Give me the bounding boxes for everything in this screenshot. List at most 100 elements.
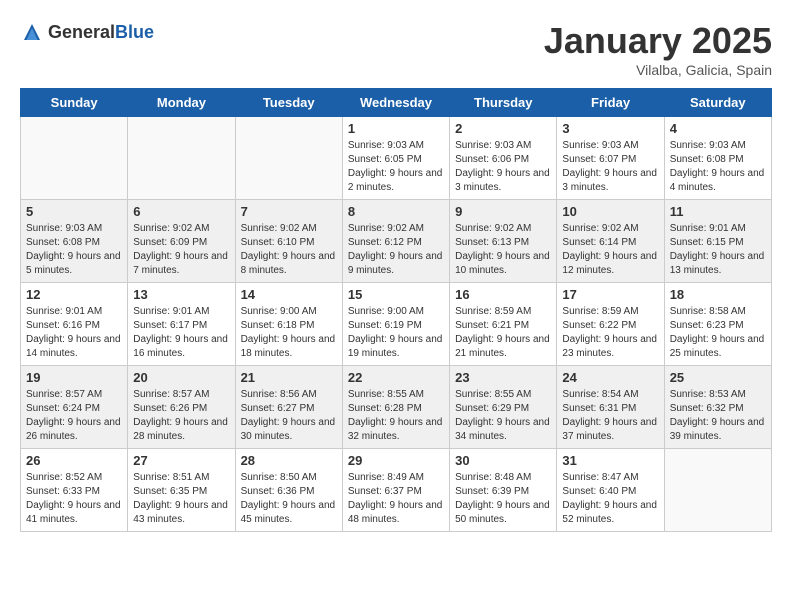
day-number: 31 bbox=[562, 453, 658, 468]
day-info: Sunrise: 9:02 AM Sunset: 6:14 PM Dayligh… bbox=[562, 222, 658, 278]
calendar-cell: 21 Sunrise: 8:56 AM Sunset: 6:27 PM Dayli… bbox=[235, 366, 342, 449]
day-number: 24 bbox=[562, 370, 658, 385]
day-info: Sunrise: 8:53 AM Sunset: 6:32 PM Dayligh… bbox=[670, 388, 766, 444]
day-info: Sunrise: 8:58 AM Sunset: 6:23 PM Dayligh… bbox=[670, 305, 766, 361]
calendar-header: SundayMondayTuesdayWednesdayThursdayFrid… bbox=[21, 89, 772, 117]
calendar-cell: 24 Sunrise: 8:54 AM Sunset: 6:31 PM Dayli… bbox=[557, 366, 664, 449]
day-number: 5 bbox=[26, 204, 122, 219]
weekday-header-monday: Monday bbox=[128, 89, 235, 117]
calendar-cell: 23Sunrise: 8:55 AM Sunset: 6:29 PM Dayli… bbox=[450, 366, 557, 449]
day-info: Sunrise: 8:59 AM Sunset: 6:22 PM Dayligh… bbox=[562, 305, 658, 361]
calendar-cell: 15 Sunrise: 9:00 AM Sunset: 6:19 PM Dayli… bbox=[342, 283, 449, 366]
day-number: 3 bbox=[562, 121, 658, 136]
day-number: 1 bbox=[348, 121, 444, 136]
day-info: Sunrise: 9:03 AM Sunset: 6:07 PM Dayligh… bbox=[562, 139, 658, 195]
day-info: Sunrise: 9:00 AM Sunset: 6:19 PM Dayligh… bbox=[348, 305, 444, 361]
day-number: 27 bbox=[133, 453, 229, 468]
day-number: 2 bbox=[455, 121, 551, 136]
calendar-cell bbox=[235, 117, 342, 200]
calendar-cell: 2 Sunrise: 9:03 AM Sunset: 6:06 PM Daylig… bbox=[450, 117, 557, 200]
logo-text-blue: Blue bbox=[115, 22, 154, 42]
day-info: Sunrise: 8:59 AM Sunset: 6:21 PM Dayligh… bbox=[455, 305, 551, 361]
calendar-cell: 28Sunrise: 8:50 AM Sunset: 6:36 PM Dayli… bbox=[235, 449, 342, 532]
day-info: Sunrise: 8:47 AM Sunset: 6:40 PM Dayligh… bbox=[562, 471, 658, 527]
day-number: 26 bbox=[26, 453, 122, 468]
day-number: 25 bbox=[670, 370, 766, 385]
day-number: 30 bbox=[455, 453, 551, 468]
day-number: 18 bbox=[670, 287, 766, 302]
calendar-week-row: 1 Sunrise: 9:03 AM Sunset: 6:05 PM Daylig… bbox=[21, 117, 772, 200]
logo: GeneralBlue bbox=[20, 20, 154, 44]
calendar-cell: 12 Sunrise: 9:01 AM Sunset: 6:16 PM Dayli… bbox=[21, 283, 128, 366]
calendar-cell: 25 Sunrise: 8:53 AM Sunset: 6:32 PM Dayli… bbox=[664, 366, 771, 449]
day-info: Sunrise: 8:55 AM Sunset: 6:28 PM Dayligh… bbox=[348, 388, 444, 444]
day-info: Sunrise: 9:02 AM Sunset: 6:12 PM Dayligh… bbox=[348, 222, 444, 278]
month-title: January 2025 bbox=[544, 20, 772, 62]
day-number: 15 bbox=[348, 287, 444, 302]
day-number: 29 bbox=[348, 453, 444, 468]
day-number: 7 bbox=[241, 204, 337, 219]
day-number: 28 bbox=[241, 453, 337, 468]
calendar-cell: 14Sunrise: 9:00 AM Sunset: 6:18 PM Dayli… bbox=[235, 283, 342, 366]
calendar-cell: 22Sunrise: 8:55 AM Sunset: 6:28 PM Dayli… bbox=[342, 366, 449, 449]
day-info: Sunrise: 8:57 AM Sunset: 6:26 PM Dayligh… bbox=[133, 388, 229, 444]
logo-text-general: General bbox=[48, 22, 115, 42]
calendar-cell bbox=[664, 449, 771, 532]
day-info: Sunrise: 9:03 AM Sunset: 6:06 PM Dayligh… bbox=[455, 139, 551, 195]
calendar-cell: 4 Sunrise: 9:03 AM Sunset: 6:08 PM Daylig… bbox=[664, 117, 771, 200]
calendar-cell: 5 Sunrise: 9:03 AM Sunset: 6:08 PM Daylig… bbox=[21, 200, 128, 283]
day-number: 19 bbox=[26, 370, 122, 385]
calendar-table: SundayMondayTuesdayWednesdayThursdayFrid… bbox=[20, 88, 772, 532]
day-info: Sunrise: 8:55 AM Sunset: 6:29 PM Dayligh… bbox=[455, 388, 551, 444]
day-number: 6 bbox=[133, 204, 229, 219]
calendar-cell: 8Sunrise: 9:02 AM Sunset: 6:12 PM Daylig… bbox=[342, 200, 449, 283]
day-info: Sunrise: 8:49 AM Sunset: 6:37 PM Dayligh… bbox=[348, 471, 444, 527]
day-number: 9 bbox=[455, 204, 551, 219]
calendar-cell: 1 Sunrise: 9:03 AM Sunset: 6:05 PM Daylig… bbox=[342, 117, 449, 200]
calendar-week-row: 5 Sunrise: 9:03 AM Sunset: 6:08 PM Daylig… bbox=[21, 200, 772, 283]
calendar-cell: 6Sunrise: 9:02 AM Sunset: 6:09 PM Daylig… bbox=[128, 200, 235, 283]
day-number: 13 bbox=[133, 287, 229, 302]
location: Vilalba, Galicia, Spain bbox=[544, 62, 772, 78]
calendar-cell: 20 Sunrise: 8:57 AM Sunset: 6:26 PM Dayli… bbox=[128, 366, 235, 449]
day-info: Sunrise: 8:52 AM Sunset: 6:33 PM Dayligh… bbox=[26, 471, 122, 527]
day-info: Sunrise: 9:03 AM Sunset: 6:05 PM Dayligh… bbox=[348, 139, 444, 195]
day-info: Sunrise: 9:02 AM Sunset: 6:10 PM Dayligh… bbox=[241, 222, 337, 278]
calendar-cell: 10 Sunrise: 9:02 AM Sunset: 6:14 PM Dayli… bbox=[557, 200, 664, 283]
calendar-cell: 27 Sunrise: 8:51 AM Sunset: 6:35 PM Dayli… bbox=[128, 449, 235, 532]
calendar-cell: 7 Sunrise: 9:02 AM Sunset: 6:10 PM Daylig… bbox=[235, 200, 342, 283]
day-info: Sunrise: 9:01 AM Sunset: 6:16 PM Dayligh… bbox=[26, 305, 122, 361]
weekday-header-wednesday: Wednesday bbox=[342, 89, 449, 117]
weekday-header-friday: Friday bbox=[557, 89, 664, 117]
day-info: Sunrise: 8:51 AM Sunset: 6:35 PM Dayligh… bbox=[133, 471, 229, 527]
weekday-header-row: SundayMondayTuesdayWednesdayThursdayFrid… bbox=[21, 89, 772, 117]
day-number: 20 bbox=[133, 370, 229, 385]
day-info: Sunrise: 8:56 AM Sunset: 6:27 PM Dayligh… bbox=[241, 388, 337, 444]
day-info: Sunrise: 9:02 AM Sunset: 6:13 PM Dayligh… bbox=[455, 222, 551, 278]
calendar-cell: 26 Sunrise: 8:52 AM Sunset: 6:33 PM Dayli… bbox=[21, 449, 128, 532]
calendar-body: 1 Sunrise: 9:03 AM Sunset: 6:05 PM Daylig… bbox=[21, 117, 772, 532]
calendar-cell: 29 Sunrise: 8:49 AM Sunset: 6:37 PM Dayli… bbox=[342, 449, 449, 532]
day-number: 4 bbox=[670, 121, 766, 136]
day-number: 10 bbox=[562, 204, 658, 219]
day-number: 12 bbox=[26, 287, 122, 302]
day-info: Sunrise: 8:57 AM Sunset: 6:24 PM Dayligh… bbox=[26, 388, 122, 444]
day-info: Sunrise: 9:01 AM Sunset: 6:15 PM Dayligh… bbox=[670, 222, 766, 278]
calendar-cell: 11Sunrise: 9:01 AM Sunset: 6:15 PM Dayli… bbox=[664, 200, 771, 283]
day-info: Sunrise: 8:54 AM Sunset: 6:31 PM Dayligh… bbox=[562, 388, 658, 444]
title-section: January 2025 Vilalba, Galicia, Spain bbox=[544, 20, 772, 78]
weekday-header-tuesday: Tuesday bbox=[235, 89, 342, 117]
day-info: Sunrise: 9:03 AM Sunset: 6:08 PM Dayligh… bbox=[26, 222, 122, 278]
weekday-header-saturday: Saturday bbox=[664, 89, 771, 117]
calendar-cell: 9 Sunrise: 9:02 AM Sunset: 6:13 PM Daylig… bbox=[450, 200, 557, 283]
calendar-cell: 3 Sunrise: 9:03 AM Sunset: 6:07 PM Daylig… bbox=[557, 117, 664, 200]
day-info: Sunrise: 9:03 AM Sunset: 6:08 PM Dayligh… bbox=[670, 139, 766, 195]
day-info: Sunrise: 8:48 AM Sunset: 6:39 PM Dayligh… bbox=[455, 471, 551, 527]
page-header: GeneralBlue January 2025 Vilalba, Galici… bbox=[20, 20, 772, 78]
calendar-cell: 13 Sunrise: 9:01 AM Sunset: 6:17 PM Dayli… bbox=[128, 283, 235, 366]
weekday-header-thursday: Thursday bbox=[450, 89, 557, 117]
day-number: 21 bbox=[241, 370, 337, 385]
day-info: Sunrise: 9:01 AM Sunset: 6:17 PM Dayligh… bbox=[133, 305, 229, 361]
day-info: Sunrise: 9:00 AM Sunset: 6:18 PM Dayligh… bbox=[241, 305, 337, 361]
calendar-cell: 30 Sunrise: 8:48 AM Sunset: 6:39 PM Dayli… bbox=[450, 449, 557, 532]
